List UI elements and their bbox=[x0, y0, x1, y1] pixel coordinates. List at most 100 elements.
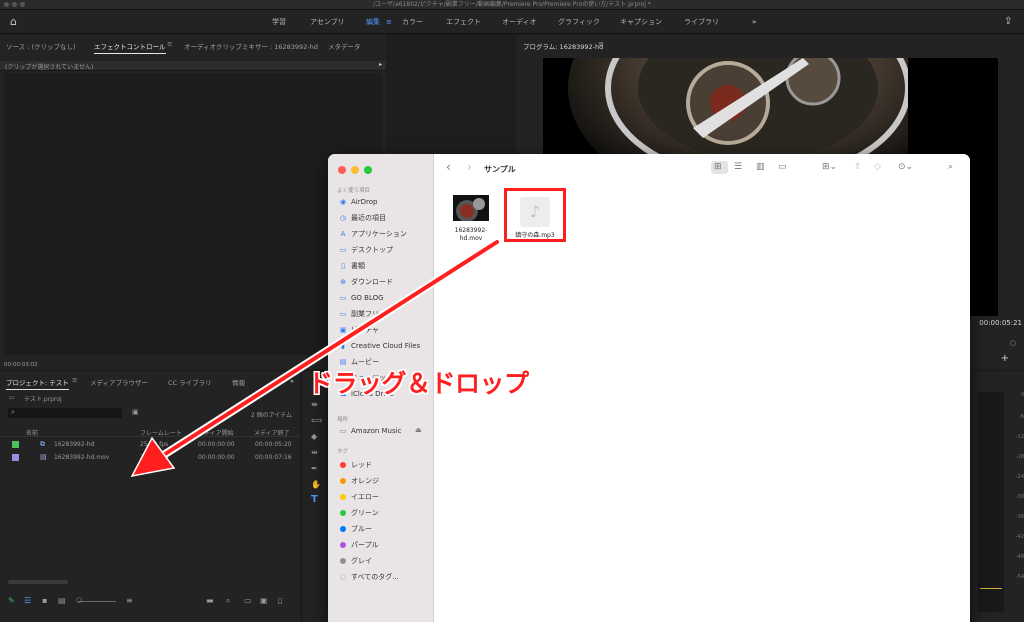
ripple-tool-icon[interactable]: ⟺ bbox=[311, 416, 322, 425]
workspace-tab-audio[interactable]: オーディオ bbox=[502, 10, 537, 34]
tab-info[interactable]: 情報 bbox=[232, 377, 245, 387]
tab-metadata[interactable]: メタデータ bbox=[328, 41, 361, 51]
eject-icon[interactable]: ⏏ bbox=[415, 426, 422, 434]
column-fps[interactable]: フレームレート bbox=[140, 428, 182, 437]
column-media-start[interactable]: メディア開始 bbox=[198, 428, 234, 437]
hand-tool-icon[interactable]: ✋ bbox=[311, 480, 321, 489]
type-tool-icon[interactable]: T bbox=[311, 494, 318, 505]
workspace-tab-edit[interactable]: 編集 bbox=[366, 10, 380, 34]
row-name: 16283992-hd.mov bbox=[54, 454, 110, 461]
effect-controls-header: (クリップが選択されていません) ▸ bbox=[0, 61, 386, 71]
pen-tool-icon[interactable]: ✒ bbox=[311, 464, 318, 473]
menu-lines-icon[interactable]: ≡ bbox=[386, 10, 392, 34]
find-icon[interactable]: ⌕ bbox=[226, 596, 230, 606]
sidebar-item-go-blog[interactable]: ▭ GO BLOG bbox=[338, 292, 384, 304]
sidebar-item-amazon-music[interactable]: ▭ Amazon Music bbox=[338, 425, 402, 437]
share-icon[interactable]: ⇪ bbox=[854, 162, 862, 172]
playhead-knob-icon[interactable]: ○ bbox=[1010, 339, 1016, 347]
sidebar-tag-yellow[interactable]: イエロー bbox=[338, 491, 379, 503]
sidebar-tag-green[interactable]: グリーン bbox=[338, 507, 379, 519]
horizontal-scrollbar[interactable] bbox=[8, 580, 68, 584]
ripple-edit-icon[interactable]: ⇼ bbox=[311, 400, 318, 409]
razor-tool-icon[interactable]: ◆ bbox=[311, 432, 317, 441]
automate-icon[interactable]: ▬ bbox=[206, 596, 214, 605]
expand-arrow-icon[interactable]: ▸ bbox=[379, 61, 382, 68]
column-view-icon[interactable]: ▥ bbox=[756, 162, 765, 172]
sidebar-item-creative-cloud[interactable]: ▮ Creative Cloud Files bbox=[338, 340, 420, 352]
tag-icon: ◌ bbox=[339, 573, 347, 581]
column-name[interactable]: 名前 bbox=[26, 428, 38, 437]
finder-minimize-button[interactable] bbox=[351, 166, 359, 174]
tab-source[interactable]: ソース : (クリップなし) bbox=[6, 41, 76, 51]
label-color-swatch[interactable] bbox=[12, 441, 19, 448]
workspace-tab-captions[interactable]: キャプション bbox=[620, 10, 662, 34]
file-name-line2: hd.mov bbox=[459, 235, 483, 242]
add-button-icon[interactable]: + bbox=[1001, 353, 1009, 364]
sort-icon[interactable]: ≡ bbox=[126, 596, 133, 605]
trash-icon[interactable]: ▯ bbox=[278, 596, 282, 605]
group-icon[interactable]: ⊞⌄ bbox=[822, 162, 837, 172]
project-menu-icon[interactable]: ≡ bbox=[72, 376, 77, 384]
sidebar-item-recents[interactable]: ◷ 最近の項目 bbox=[338, 212, 386, 224]
more-actions-icon[interactable]: ⊙⌄ bbox=[898, 162, 913, 172]
share-icon[interactable]: ⇪ bbox=[1004, 16, 1012, 27]
list-view-icon[interactable]: ☰ bbox=[734, 162, 742, 172]
tag-icon[interactable]: ◇ bbox=[874, 162, 881, 172]
home-icon[interactable]: ⌂ bbox=[10, 15, 17, 28]
sidebar-item-side-job[interactable]: ▭ 副業フリー bbox=[338, 308, 386, 320]
tab-media-browser[interactable]: メディアブラウザー bbox=[90, 377, 148, 387]
file-item-mp3[interactable]: ♪ 鎮守の森.mp3 bbox=[504, 188, 566, 242]
new-item-icon[interactable]: ▣ bbox=[260, 596, 268, 605]
sidebar-item-downloads[interactable]: ⊕ ダウンロード bbox=[338, 276, 393, 288]
table-row[interactable]: ⧉ 16283992-hd 25,00 fps 00:00:00:00 00:0… bbox=[0, 439, 300, 451]
column-media-end[interactable]: メディア終了 bbox=[254, 428, 290, 437]
slip-tool-icon[interactable]: ⇹ bbox=[311, 448, 318, 457]
sidebar-all-tags[interactable]: ◌ すべてのタグ... bbox=[338, 571, 399, 583]
tab-project[interactable]: プロジェクト: テスト bbox=[6, 377, 69, 390]
folder-icon: ▭ bbox=[9, 394, 15, 401]
sidebar-tag-blue[interactable]: ブルー bbox=[338, 523, 372, 535]
workspace-tab-graphics[interactable]: グラフィック bbox=[558, 10, 600, 34]
workspace-tab-effects[interactable]: エフェクト bbox=[446, 10, 481, 34]
sidebar-item-label: すべてのタグ... bbox=[351, 573, 399, 581]
zoom-knob-icon[interactable]: ○ bbox=[76, 596, 82, 604]
zoom-slider[interactable] bbox=[78, 601, 116, 602]
list-view-icon[interactable]: ☰ bbox=[24, 596, 31, 605]
search-icon[interactable]: ⌕ bbox=[948, 162, 953, 172]
workspace-tab-assembly[interactable]: アセンブリ bbox=[310, 10, 345, 34]
finder-close-button[interactable] bbox=[338, 166, 346, 174]
forward-chevron-icon[interactable]: › bbox=[467, 160, 472, 174]
sidebar-item-documents[interactable]: ▯ 書類 bbox=[338, 260, 365, 272]
freeform-view-icon[interactable]: ▤ bbox=[58, 596, 66, 605]
file-item-video[interactable]: 16283992- hd.mov bbox=[446, 192, 496, 252]
sidebar-item-pictures[interactable]: ▣ ピクチャ bbox=[338, 324, 379, 336]
sidebar-tag-purple[interactable]: パープル bbox=[338, 539, 379, 551]
new-bin-button-icon[interactable]: ▭ bbox=[244, 596, 252, 605]
back-chevron-icon[interactable]: ‹ bbox=[446, 160, 451, 174]
label-color-swatch[interactable] bbox=[12, 454, 19, 461]
finder-zoom-button[interactable] bbox=[364, 166, 372, 174]
more-tabs-icon[interactable]: » bbox=[290, 377, 294, 385]
new-bin-icon[interactable]: ▣ bbox=[132, 408, 139, 416]
sidebar-item-applications[interactable]: A アプリケーション bbox=[338, 228, 407, 240]
tab-effect-controls[interactable]: エフェクトコントロール bbox=[94, 41, 166, 54]
workspace-more-icon[interactable]: » bbox=[752, 10, 756, 34]
pencil-icon[interactable]: ✎ bbox=[8, 596, 15, 605]
tab-audio-clip-mixer[interactable]: オーディオクリップミキサー : 16283992-hd bbox=[184, 41, 318, 51]
sidebar-tag-gray[interactable]: グレイ bbox=[338, 555, 372, 567]
workspace-tab-color[interactable]: カラー bbox=[402, 10, 423, 34]
table-row[interactable]: ▤ 16283992-hd.mov 25,00 fps 00:00:00:00 … bbox=[0, 452, 300, 464]
sidebar-item-desktop[interactable]: ▭ デスクトップ bbox=[338, 244, 393, 256]
sidebar-item-airdrop[interactable]: ◉ AirDrop bbox=[338, 196, 378, 208]
workspace-tab-learn[interactable]: 学習 bbox=[272, 10, 286, 34]
tab-cc-libraries[interactable]: CC ライブラリ bbox=[168, 377, 212, 387]
panel-menu-icon[interactable]: ≡ bbox=[167, 40, 172, 48]
project-search-input[interactable]: ⌕ bbox=[8, 408, 122, 418]
sidebar-tag-red[interactable]: レッド bbox=[338, 459, 372, 471]
sidebar-tag-orange[interactable]: オレンジ bbox=[338, 475, 379, 487]
sidebar-item-label: イエロー bbox=[351, 493, 379, 501]
program-menu-icon[interactable]: ≡ bbox=[598, 40, 604, 48]
gallery-view-icon[interactable]: ▭ bbox=[778, 162, 787, 172]
icon-view-icon[interactable]: ▪ bbox=[42, 596, 47, 605]
workspace-tab-libraries[interactable]: ライブラリ bbox=[684, 10, 719, 34]
